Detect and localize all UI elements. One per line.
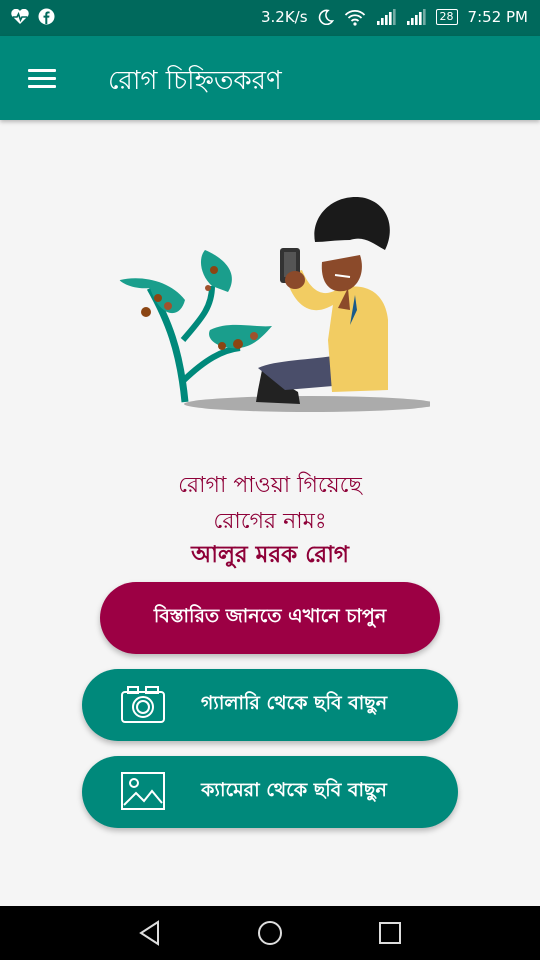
camera-button-label: ক্যামেরা থেকে ছবি বাছুন (201, 779, 387, 801)
facebook-icon (38, 8, 55, 25)
status-notifications (10, 8, 55, 25)
back-icon[interactable] (136, 919, 164, 947)
signal-icon (406, 9, 426, 25)
camera-button[interactable]: ক্যামেরা থেকে ছবি বাছুন (82, 756, 458, 828)
plant-inspection-illustration (119, 197, 430, 412)
details-button-label: বিস্তারিত জানতে এখানে চাপুন (153, 605, 387, 627)
status-indicators: 3.2K/s 28 7:52 PM (261, 8, 528, 26)
gallery-button-label: গ্যালারি থেকে ছবি বাছুন (200, 692, 388, 714)
status-bar: 3.2K/s 28 7:52 PM (0, 0, 540, 36)
app-bar: রোগ চিহ্নিতকরণ (0, 36, 540, 120)
battery-icon: 28 (435, 9, 458, 25)
recents-icon[interactable] (376, 919, 404, 947)
hamburger-menu-icon[interactable] (22, 63, 62, 93)
image-icon (121, 772, 165, 810)
gallery-button[interactable]: গ্যালারি থেকে ছবি বাছুন (82, 669, 458, 741)
page-title: রোগ চিহ্নিতকরণ (108, 66, 282, 96)
clock: 7:52 PM (467, 8, 528, 26)
moon-icon (318, 9, 334, 25)
wifi-icon (344, 9, 365, 26)
camera-icon (121, 686, 165, 723)
heart-monitor-icon (11, 8, 29, 24)
network-speed: 3.2K/s (260, 8, 308, 26)
home-icon[interactable] (256, 919, 284, 947)
signal-icon (376, 9, 396, 25)
navigation-bar (0, 906, 540, 960)
disease-name: আলুর মরক রোগ (191, 542, 349, 568)
detection-status: রোগা পাওয়া গিয়েছে (178, 473, 362, 498)
details-button[interactable]: বিস্তারিত জানতে এখানে চাপুন (100, 582, 440, 654)
